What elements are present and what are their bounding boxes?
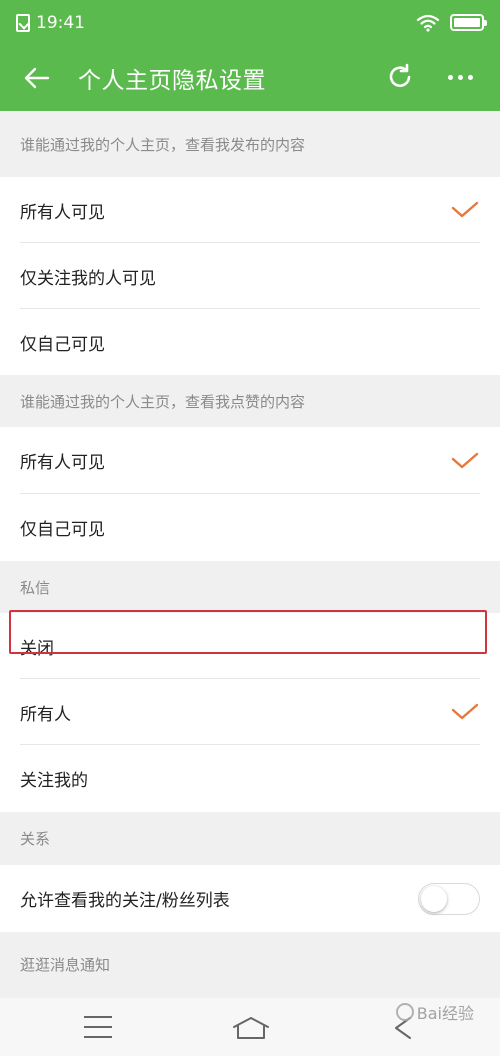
title-bar: 个人主页隐私设置 <box>0 45 500 111</box>
option-likes-everyone[interactable]: 所有人可见 <box>0 427 500 494</box>
watermark: Bai经验 <box>395 1000 474 1024</box>
option-label: 关闭 <box>20 638 54 659</box>
section-header-messages: 私信 <box>20 578 51 597</box>
section-header-notifications: 逛逛消息通知 <box>20 955 111 974</box>
watermark-text: Bai经验 <box>416 1004 474 1023</box>
section-header-relations: 关系 <box>20 830 51 848</box>
show-follow-list-toggle[interactable] <box>418 882 480 915</box>
wifi-icon <box>416 14 440 32</box>
battery-icon <box>450 14 487 31</box>
status-time: 19:41 <box>36 12 85 33</box>
check-icon <box>451 201 479 218</box>
option-label: 关注我的 <box>20 771 88 791</box>
check-icon <box>451 452 479 468</box>
option-posts-followers[interactable]: 仅关注我的人可见 <box>0 243 500 309</box>
sim-card-icon <box>16 13 30 32</box>
option-posts-everyone[interactable]: 所有人可见 <box>0 177 500 243</box>
more-options-icon[interactable] <box>440 57 480 97</box>
option-label: 仅自己可见 <box>20 334 105 355</box>
menu-icon[interactable] <box>84 1016 112 1038</box>
check-icon <box>451 703 479 720</box>
option-label: 所有人 <box>20 704 71 725</box>
page-title: 个人主页隐私设置 <box>78 68 266 94</box>
toggle-knob <box>421 885 447 912</box>
home-icon[interactable] <box>231 1015 271 1041</box>
option-messages-followers[interactable]: 关注我的 <box>0 745 500 812</box>
refresh-icon[interactable] <box>380 57 420 97</box>
section-header-likes: 谁能通过我的个人主页，查看我点赞的内容 <box>20 392 306 411</box>
option-messages-everyone[interactable]: 所有人 <box>0 679 500 745</box>
option-label: 仅自己可见 <box>20 520 105 540</box>
paw-icon <box>395 1003 414 1021</box>
section-header-posts: 谁能通过我的个人主页，查看我发布的内容 <box>20 135 306 154</box>
setting-label: 允许查看我的关注/粉丝列表 <box>20 891 230 911</box>
setting-show-follow-list: 允许查看我的关注/粉丝列表 <box>0 865 500 932</box>
option-label: 仅关注我的人可见 <box>20 268 156 289</box>
status-bar: 19:41 <box>0 0 500 45</box>
option-posts-self[interactable]: 仅自己可见 <box>0 309 500 375</box>
option-likes-self[interactable]: 仅自己可见 <box>0 494 500 561</box>
option-label: 所有人可见 <box>20 202 105 223</box>
option-label: 所有人可见 <box>20 453 105 473</box>
back-arrow-icon[interactable] <box>12 53 62 103</box>
option-messages-off[interactable]: 关闭 <box>0 613 500 679</box>
